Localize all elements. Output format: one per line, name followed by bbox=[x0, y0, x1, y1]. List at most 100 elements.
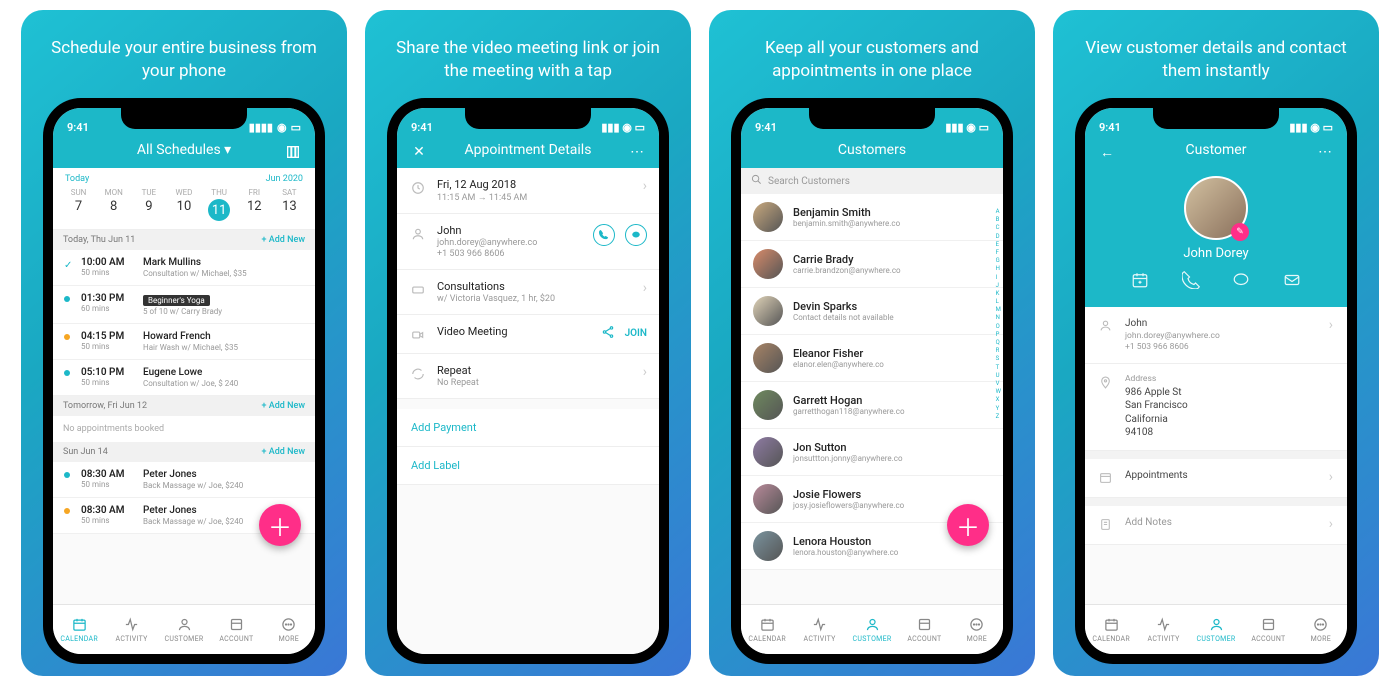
detail-service-row[interactable]: Consultations w/ Victoria Vasquez, 1 hr,… bbox=[397, 270, 659, 315]
add-new-link[interactable]: + Add New bbox=[262, 447, 305, 457]
section-header: Today, Thu Jun 11+ Add New bbox=[53, 230, 315, 250]
tab-more[interactable]: MORE bbox=[951, 605, 1003, 654]
columns-icon[interactable] bbox=[283, 142, 303, 162]
day-cell[interactable]: TUE9 bbox=[131, 188, 166, 221]
notes-row[interactable]: Add Notes bbox=[1085, 506, 1347, 545]
avatar bbox=[753, 343, 783, 373]
customer-row[interactable]: Benjamin Smith benjamin.smith@anywhere.c… bbox=[741, 194, 1003, 241]
add-new-link[interactable]: + Add New bbox=[262, 401, 305, 411]
message-action-icon[interactable] bbox=[1232, 271, 1250, 293]
tab-more[interactable]: MORE bbox=[1295, 605, 1347, 654]
more-icon[interactable]: ⋯ bbox=[1315, 142, 1335, 162]
calendar-action-icon[interactable] bbox=[1131, 271, 1149, 293]
status-icons: ▮▮▮ ◉ ▭ bbox=[945, 121, 989, 134]
tab-activity[interactable]: ACTIVITY bbox=[105, 605, 157, 654]
tab-account[interactable]: ACCOUNT bbox=[1242, 605, 1294, 654]
day-cell[interactable]: WED10 bbox=[166, 188, 201, 221]
repeat-label: Repeat bbox=[437, 364, 633, 377]
status-time: 9:41 bbox=[67, 121, 89, 134]
panel-caption: Share the video meeting link or join the… bbox=[365, 10, 691, 98]
promo-panel-1: Schedule your entire business from your … bbox=[21, 10, 347, 676]
phone-frame: 9:41 ▮▮▮ ◉ ▭ ✕ Appointment Details ⋯ Fri… bbox=[387, 98, 669, 664]
user-icon bbox=[409, 224, 427, 242]
customer-row[interactable]: Carrie Brady carrie.brandzon@anywhere.co bbox=[741, 241, 1003, 288]
day-cell[interactable]: THU11 bbox=[202, 188, 237, 221]
day-cell[interactable]: MON8 bbox=[96, 188, 131, 221]
tab-activity[interactable]: ACTIVITY bbox=[1137, 605, 1189, 654]
join-button[interactable]: JOIN bbox=[625, 328, 647, 339]
address-line: 986 Apple St bbox=[1125, 386, 1333, 400]
appointments-label: Appointments bbox=[1125, 469, 1319, 483]
tab-customer[interactable]: CUSTOMER bbox=[1190, 605, 1242, 654]
address-row[interactable]: Address 986 Apple StSan FranciscoCalifor… bbox=[1085, 364, 1347, 450]
detail-customer-row[interactable]: John john.dorey@anywhere.co +1 503 966 8… bbox=[397, 214, 659, 270]
customer-row[interactable]: Eleanor Fisher elanor.elen@anywhere.co bbox=[741, 335, 1003, 382]
alphabet-index[interactable]: ABCDEFGHIJKLMNOPQRSTUVWXYZ bbox=[996, 208, 1001, 420]
call-action-icon[interactable] bbox=[1182, 271, 1200, 293]
share-icon[interactable] bbox=[601, 325, 615, 342]
add-fab[interactable]: ＋ bbox=[259, 504, 301, 546]
day-cell[interactable]: FRI12 bbox=[237, 188, 272, 221]
add-label-link[interactable]: Add Label bbox=[397, 447, 659, 485]
appointment-main: Mark Mullins Consultation w/ Michael, $3… bbox=[143, 257, 247, 278]
close-icon[interactable]: ✕ bbox=[409, 142, 429, 162]
chevron-icon bbox=[1329, 469, 1333, 485]
tab-customer[interactable]: CUSTOMER bbox=[846, 605, 898, 654]
month-label[interactable]: Jun 2020 bbox=[266, 174, 303, 184]
tab-calendar[interactable]: CALENDAR bbox=[1085, 605, 1137, 654]
tab-more[interactable]: MORE bbox=[263, 605, 315, 654]
cust-email: john.dorey@anywhere.co bbox=[437, 238, 583, 248]
appointment-row[interactable]: 05:10 PM50 mins Eugene Lowe Consultation… bbox=[53, 360, 315, 396]
customer-icon bbox=[863, 617, 881, 633]
tab-account[interactable]: ACCOUNT bbox=[210, 605, 262, 654]
detail-date-row[interactable]: Fri, 12 Aug 2018 11:15 AM → 11:45 AM bbox=[397, 168, 659, 214]
tab-customer[interactable]: CUSTOMER bbox=[158, 605, 210, 654]
appointment-row[interactable]: 04:15 PM50 mins Howard French Hair Wash … bbox=[53, 324, 315, 360]
activity-icon bbox=[123, 617, 141, 633]
tag-icon bbox=[409, 280, 427, 298]
appointment-row[interactable]: ✓ 10:00 AM50 mins Mark Mullins Consultat… bbox=[53, 250, 315, 286]
contact-info-row[interactable]: John john.dorey@anywhere.co +1 503 966 8… bbox=[1085, 307, 1347, 364]
customer-row[interactable]: Jon Sutton jonsuttton.jonny@anywhere.co bbox=[741, 429, 1003, 476]
search-input[interactable]: Search Customers bbox=[741, 168, 1003, 194]
chevron-icon bbox=[1329, 317, 1333, 333]
today-link[interactable]: Today bbox=[65, 174, 89, 184]
phone-frame: 9:41 ▮▮▮ ◉ ▭ ← Customer ⋯ ✎ John Dorey bbox=[1075, 98, 1357, 664]
screen-header: ✕ Appointment Details ⋯ bbox=[397, 136, 659, 168]
appointment-row[interactable]: 08:30 AM50 mins Peter Jones Back Massage… bbox=[53, 462, 315, 498]
add-fab[interactable]: ＋ bbox=[947, 504, 989, 546]
customer-email: elanor.elen@anywhere.co bbox=[793, 360, 884, 369]
message-button[interactable] bbox=[625, 224, 647, 246]
day-cell[interactable]: SAT13 bbox=[272, 188, 307, 221]
customer-row[interactable]: Devin Sparks Contact details not availab… bbox=[741, 288, 1003, 335]
appointment-row[interactable]: 01:30 PM60 mins Beginner's Yoga 5 of 10 … bbox=[53, 286, 315, 324]
appointments-row[interactable]: Appointments bbox=[1085, 459, 1347, 498]
add-new-link[interactable]: + Add New bbox=[262, 235, 305, 245]
tab-bar: CALENDARACTIVITYCUSTOMERACCOUNTMORE bbox=[53, 604, 315, 654]
tab-activity[interactable]: ACTIVITY bbox=[793, 605, 845, 654]
status-time: 9:41 bbox=[755, 121, 777, 134]
avatar bbox=[753, 390, 783, 420]
back-icon[interactable]: ← bbox=[1097, 142, 1117, 162]
edit-avatar-button[interactable]: ✎ bbox=[1231, 223, 1249, 241]
appointment-time: 04:15 PM50 mins bbox=[81, 331, 133, 351]
promo-panel-2: Share the video meeting link or join the… bbox=[365, 10, 691, 676]
tab-calendar[interactable]: CALENDAR bbox=[53, 605, 105, 654]
appointment-main: Eugene Lowe Consultation w/ Joe, $ 240 bbox=[143, 367, 238, 388]
tab-calendar[interactable]: CALENDAR bbox=[741, 605, 793, 654]
detail-repeat-row[interactable]: Repeat No Repeat bbox=[397, 354, 659, 399]
email-action-icon[interactable] bbox=[1283, 271, 1301, 293]
search-placeholder: Search Customers bbox=[768, 176, 850, 187]
status-dot bbox=[63, 293, 71, 302]
add-payment-link[interactable]: Add Payment bbox=[397, 409, 659, 447]
day-cell[interactable]: SUN7 bbox=[61, 188, 96, 221]
contact-phone: +1 503 966 8606 bbox=[1125, 342, 1319, 353]
header-title[interactable]: All Schedules ▾ bbox=[137, 142, 231, 158]
more-icon[interactable]: ⋯ bbox=[627, 142, 647, 162]
call-button[interactable] bbox=[593, 224, 615, 246]
status-icons: ▮▮▮ ◉ ▭ bbox=[1289, 121, 1333, 134]
customer-email: benjamin.smith@anywhere.co bbox=[793, 219, 900, 228]
customer-email: Contact details not available bbox=[793, 313, 894, 322]
tab-account[interactable]: ACCOUNT bbox=[898, 605, 950, 654]
customer-row[interactable]: Garrett Hogan garretthogan118@anywhere.c… bbox=[741, 382, 1003, 429]
